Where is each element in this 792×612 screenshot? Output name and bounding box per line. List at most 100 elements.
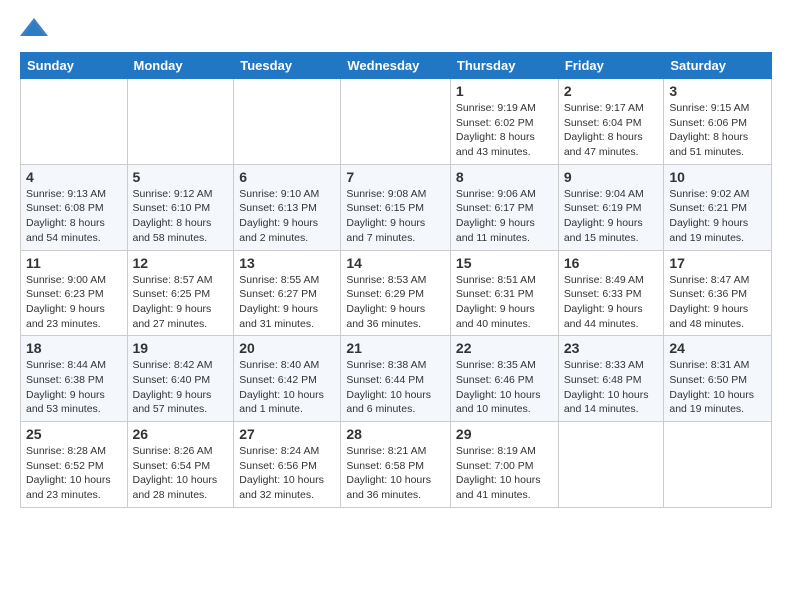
day-number: 21 — [346, 340, 445, 356]
day-info: Sunrise: 9:17 AM Sunset: 6:04 PM Dayligh… — [564, 101, 659, 160]
day-number: 7 — [346, 169, 445, 185]
day-info: Sunrise: 8:21 AM Sunset: 6:58 PM Dayligh… — [346, 444, 445, 503]
calendar-cell: 12 Sunrise: 8:57 AM Sunset: 6:25 PM Dayli… — [127, 250, 234, 336]
calendar-week-3: 11 Sunrise: 9:00 AM Sunset: 6:23 PM Dayli… — [21, 250, 772, 336]
calendar-cell: 29Sunrise: 8:19 AM Sunset: 7:00 PM Dayli… — [450, 422, 558, 508]
day-number: 10 — [669, 169, 766, 185]
column-header-sunday: Sunday — [21, 53, 128, 79]
day-info: Sunrise: 8:33 AM Sunset: 6:48 PM Dayligh… — [564, 358, 659, 417]
day-info: Sunrise: 8:19 AM Sunset: 7:00 PM Dayligh… — [456, 444, 553, 503]
day-number: 26 — [133, 426, 229, 442]
column-header-wednesday: Wednesday — [341, 53, 451, 79]
day-number: 13 — [239, 255, 335, 271]
day-info: Sunrise: 9:13 AM Sunset: 6:08 PM Dayligh… — [26, 187, 122, 246]
calendar-cell: 27 Sunrise: 8:24 AM Sunset: 6:56 PM Dayli… — [234, 422, 341, 508]
calendar-week-2: 4 Sunrise: 9:13 AM Sunset: 6:08 PM Daylig… — [21, 164, 772, 250]
day-info: Sunrise: 8:44 AM Sunset: 6:38 PM Dayligh… — [26, 358, 122, 417]
day-number: 5 — [133, 169, 229, 185]
column-header-friday: Friday — [558, 53, 664, 79]
calendar-cell: 1 Sunrise: 9:19 AM Sunset: 6:02 PM Daylig… — [450, 79, 558, 165]
calendar-cell: 7Sunrise: 9:08 AM Sunset: 6:15 PM Daylig… — [341, 164, 451, 250]
calendar-cell: 23 Sunrise: 8:33 AM Sunset: 6:48 PM Dayli… — [558, 336, 664, 422]
calendar-cell — [234, 79, 341, 165]
logo — [20, 16, 52, 40]
day-info: Sunrise: 8:28 AM Sunset: 6:52 PM Dayligh… — [26, 444, 122, 503]
day-number: 22 — [456, 340, 553, 356]
calendar-cell: 15Sunrise: 8:51 AM Sunset: 6:31 PM Dayli… — [450, 250, 558, 336]
day-info: Sunrise: 8:53 AM Sunset: 6:29 PM Dayligh… — [346, 273, 445, 332]
calendar-table: SundayMondayTuesdayWednesdayThursdayFrid… — [20, 52, 772, 508]
day-number: 20 — [239, 340, 335, 356]
day-number: 24 — [669, 340, 766, 356]
calendar-cell: 14 Sunrise: 8:53 AM Sunset: 6:29 PM Dayli… — [341, 250, 451, 336]
day-number: 28 — [346, 426, 445, 442]
day-number: 19 — [133, 340, 229, 356]
calendar-cell: 6 Sunrise: 9:10 AM Sunset: 6:13 PM Daylig… — [234, 164, 341, 250]
calendar-cell: 4 Sunrise: 9:13 AM Sunset: 6:08 PM Daylig… — [21, 164, 128, 250]
day-number: 9 — [564, 169, 659, 185]
calendar-week-1: 1 Sunrise: 9:19 AM Sunset: 6:02 PM Daylig… — [21, 79, 772, 165]
calendar-cell: 17 Sunrise: 8:47 AM Sunset: 6:36 PM Dayli… — [664, 250, 772, 336]
day-info: Sunrise: 9:00 AM Sunset: 6:23 PM Dayligh… — [26, 273, 122, 332]
day-info: Sunrise: 8:55 AM Sunset: 6:27 PM Dayligh… — [239, 273, 335, 332]
column-header-thursday: Thursday — [450, 53, 558, 79]
day-info: Sunrise: 8:26 AM Sunset: 6:54 PM Dayligh… — [133, 444, 229, 503]
calendar-cell: 2 Sunrise: 9:17 AM Sunset: 6:04 PM Daylig… — [558, 79, 664, 165]
day-info: Sunrise: 9:04 AM Sunset: 6:19 PM Dayligh… — [564, 187, 659, 246]
day-info: Sunrise: 8:24 AM Sunset: 6:56 PM Dayligh… — [239, 444, 335, 503]
day-number: 25 — [26, 426, 122, 442]
logo-icon — [20, 16, 48, 40]
day-number: 14 — [346, 255, 445, 271]
day-info: Sunrise: 9:02 AM Sunset: 6:21 PM Dayligh… — [669, 187, 766, 246]
calendar-cell — [21, 79, 128, 165]
calendar-cell: 25 Sunrise: 8:28 AM Sunset: 6:52 PM Dayli… — [21, 422, 128, 508]
day-info: Sunrise: 9:12 AM Sunset: 6:10 PM Dayligh… — [133, 187, 229, 246]
day-number: 4 — [26, 169, 122, 185]
calendar-cell: 5 Sunrise: 9:12 AM Sunset: 6:10 PM Daylig… — [127, 164, 234, 250]
calendar-cell — [664, 422, 772, 508]
day-number: 8 — [456, 169, 553, 185]
calendar-cell: 21 Sunrise: 8:38 AM Sunset: 6:44 PM Dayli… — [341, 336, 451, 422]
day-info: Sunrise: 8:51 AM Sunset: 6:31 PM Dayligh… — [456, 273, 553, 332]
day-number: 3 — [669, 83, 766, 99]
day-info: Sunrise: 8:47 AM Sunset: 6:36 PM Dayligh… — [669, 273, 766, 332]
day-number: 23 — [564, 340, 659, 356]
column-header-monday: Monday — [127, 53, 234, 79]
calendar-cell: 8 Sunrise: 9:06 AM Sunset: 6:17 PM Daylig… — [450, 164, 558, 250]
column-header-saturday: Saturday — [664, 53, 772, 79]
calendar-cell: 19 Sunrise: 8:42 AM Sunset: 6:40 PM Dayli… — [127, 336, 234, 422]
day-number: 18 — [26, 340, 122, 356]
day-info: Sunrise: 8:57 AM Sunset: 6:25 PM Dayligh… — [133, 273, 229, 332]
day-info: Sunrise: 8:35 AM Sunset: 6:46 PM Dayligh… — [456, 358, 553, 417]
day-number: 12 — [133, 255, 229, 271]
day-number: 2 — [564, 83, 659, 99]
calendar-cell: 13 Sunrise: 8:55 AM Sunset: 6:27 PM Dayli… — [234, 250, 341, 336]
day-info: Sunrise: 9:10 AM Sunset: 6:13 PM Dayligh… — [239, 187, 335, 246]
day-number: 6 — [239, 169, 335, 185]
calendar-week-5: 25 Sunrise: 8:28 AM Sunset: 6:52 PM Dayli… — [21, 422, 772, 508]
day-info: Sunrise: 8:38 AM Sunset: 6:44 PM Dayligh… — [346, 358, 445, 417]
day-number: 16 — [564, 255, 659, 271]
day-info: Sunrise: 9:19 AM Sunset: 6:02 PM Dayligh… — [456, 101, 553, 160]
day-number: 11 — [26, 255, 122, 271]
day-number: 1 — [456, 83, 553, 99]
column-header-tuesday: Tuesday — [234, 53, 341, 79]
calendar-cell — [558, 422, 664, 508]
day-number: 17 — [669, 255, 766, 271]
calendar-cell: 16Sunrise: 8:49 AM Sunset: 6:33 PM Dayli… — [558, 250, 664, 336]
calendar-cell: 22 Sunrise: 8:35 AM Sunset: 6:46 PM Dayli… — [450, 336, 558, 422]
calendar-cell: 18 Sunrise: 8:44 AM Sunset: 6:38 PM Dayli… — [21, 336, 128, 422]
calendar-cell: 10 Sunrise: 9:02 AM Sunset: 6:21 PM Dayli… — [664, 164, 772, 250]
day-number: 27 — [239, 426, 335, 442]
calendar-cell: 11 Sunrise: 9:00 AM Sunset: 6:23 PM Dayli… — [21, 250, 128, 336]
day-info: Sunrise: 8:42 AM Sunset: 6:40 PM Dayligh… — [133, 358, 229, 417]
day-info: Sunrise: 9:15 AM Sunset: 6:06 PM Dayligh… — [669, 101, 766, 160]
day-info: Sunrise: 8:31 AM Sunset: 6:50 PM Dayligh… — [669, 358, 766, 417]
calendar-header-row: SundayMondayTuesdayWednesdayThursdayFrid… — [21, 53, 772, 79]
day-info: Sunrise: 9:06 AM Sunset: 6:17 PM Dayligh… — [456, 187, 553, 246]
day-info: Sunrise: 8:40 AM Sunset: 6:42 PM Dayligh… — [239, 358, 335, 417]
calendar-cell: 20 Sunrise: 8:40 AM Sunset: 6:42 PM Dayli… — [234, 336, 341, 422]
calendar-week-4: 18 Sunrise: 8:44 AM Sunset: 6:38 PM Dayli… — [21, 336, 772, 422]
calendar-cell — [341, 79, 451, 165]
calendar-cell: 24 Sunrise: 8:31 AM Sunset: 6:50 PM Dayli… — [664, 336, 772, 422]
